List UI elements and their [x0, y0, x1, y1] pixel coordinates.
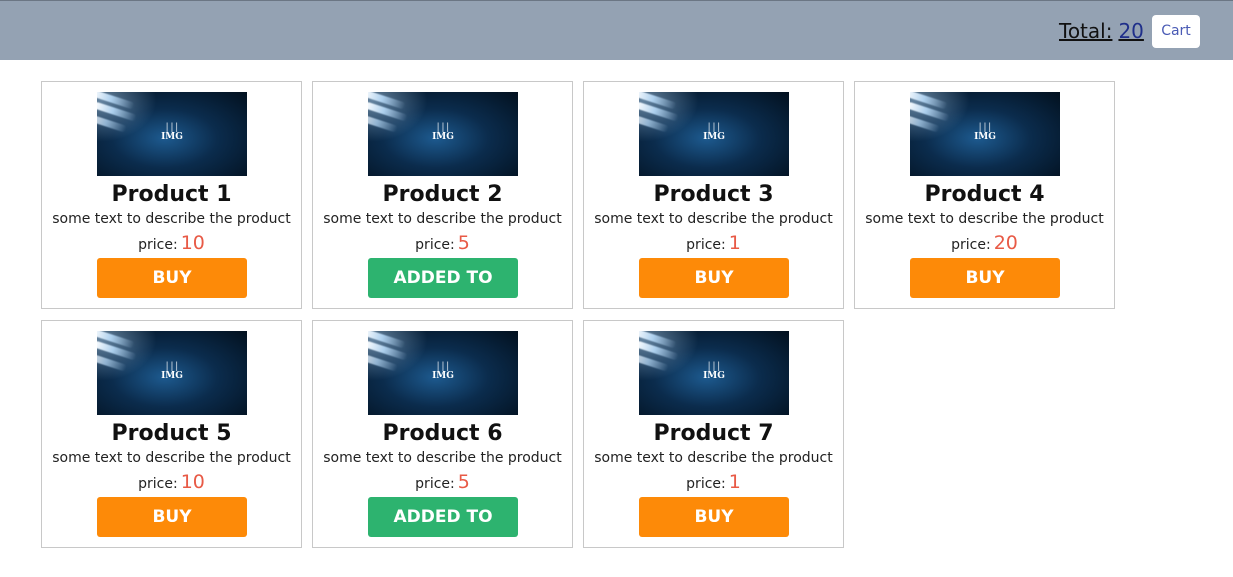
price-label: price:	[138, 237, 178, 253]
product-description: some text to describe the product	[594, 211, 833, 227]
price-value: 1	[728, 471, 741, 493]
price-value: 10	[180, 232, 205, 254]
logo-text: IMG	[432, 371, 454, 381]
logo-text: IMG	[161, 371, 183, 381]
product-card: │││ IMG Product 1 some text to describe …	[41, 81, 302, 309]
logo-mark-icon: │││	[164, 362, 180, 371]
logo-mark-icon: │││	[706, 123, 722, 132]
buy-button[interactable]: BUY	[639, 258, 789, 298]
product-price: price: 5	[313, 232, 572, 256]
product-price: price: 20	[855, 232, 1114, 256]
total-value: 20	[1118, 19, 1144, 43]
price-value: 5	[457, 471, 470, 493]
product-title: Product 4	[924, 182, 1045, 207]
product-card: │││ IMG Product 4 some text to describe …	[854, 81, 1115, 309]
logo-text: IMG	[703, 132, 725, 142]
buy-button[interactable]: BUY	[97, 258, 247, 298]
product-price: price: 5	[313, 471, 572, 495]
product-description: some text to describe the product	[323, 211, 562, 227]
img-logo: │││ IMG	[159, 362, 185, 382]
buy-button[interactable]: BUY	[639, 497, 789, 537]
product-description: some text to describe the product	[52, 211, 291, 227]
price-label: price:	[686, 476, 726, 492]
total-label: Total:	[1059, 19, 1113, 43]
added-to-cart-button[interactable]: ADDED TO CART	[368, 258, 518, 328]
added-to-cart-button[interactable]: ADDED TO CART	[368, 497, 518, 567]
product-title: Product 3	[653, 182, 774, 207]
product-description: some text to describe the product	[52, 450, 291, 466]
product-image: │││ IMG	[639, 92, 789, 176]
product-image: │││ IMG	[639, 331, 789, 415]
logo-mark-icon: │││	[435, 123, 451, 132]
price-label: price:	[415, 237, 455, 253]
product-image: │││ IMG	[97, 331, 247, 415]
product-price: price: 10	[42, 232, 301, 256]
img-logo: │││ IMG	[701, 362, 727, 382]
product-image: │││ IMG	[97, 92, 247, 176]
logo-text: IMG	[974, 132, 996, 142]
product-card: │││ IMG Product 5 some text to describe …	[41, 320, 302, 548]
logo-mark-icon: │││	[977, 123, 993, 132]
product-title: Product 6	[382, 421, 503, 446]
img-logo: │││ IMG	[701, 123, 727, 143]
price-value: 1	[728, 232, 741, 254]
product-description: some text to describe the product	[865, 211, 1104, 227]
price-label: price:	[951, 237, 991, 253]
price-value: 5	[457, 232, 470, 254]
cart-button[interactable]: Cart	[1152, 15, 1200, 48]
price-label: price:	[686, 237, 726, 253]
product-title: Product 5	[111, 421, 232, 446]
buy-button[interactable]: BUY	[910, 258, 1060, 298]
product-image: │││ IMG	[368, 92, 518, 176]
img-logo: │││ IMG	[430, 123, 456, 143]
price-label: price:	[138, 476, 178, 492]
product-card: │││ IMG Product 3 some text to describe …	[583, 81, 844, 309]
top-bar: Total: 20 Cart	[0, 0, 1233, 60]
product-price: price: 10	[42, 471, 301, 495]
price-value: 20	[993, 232, 1018, 254]
product-image: │││ IMG	[368, 331, 518, 415]
product-card: │││ IMG Product 6 some text to describe …	[312, 320, 573, 567]
img-logo: │││ IMG	[159, 123, 185, 143]
price-value: 10	[180, 471, 205, 493]
product-card: │││ IMG Product 7 some text to describe …	[583, 320, 844, 548]
logo-text: IMG	[703, 371, 725, 381]
cart-total: Total: 20	[1059, 19, 1144, 43]
logo-text: IMG	[432, 132, 454, 142]
product-price: price: 1	[584, 232, 843, 256]
product-description: some text to describe the product	[323, 450, 562, 466]
img-logo: │││ IMG	[972, 123, 998, 143]
product-card: │││ IMG Product 2 some text to describe …	[312, 81, 573, 328]
product-title: Product 1	[111, 182, 232, 207]
product-grid: │││ IMG Product 1 some text to describe …	[41, 81, 1115, 567]
product-image: │││ IMG	[910, 92, 1060, 176]
logo-mark-icon: │││	[435, 362, 451, 371]
product-price: price: 1	[584, 471, 843, 495]
product-title: Product 7	[653, 421, 774, 446]
price-label: price:	[415, 476, 455, 492]
logo-mark-icon: │││	[164, 123, 180, 132]
product-title: Product 2	[382, 182, 503, 207]
buy-button[interactable]: BUY	[97, 497, 247, 537]
product-description: some text to describe the product	[594, 450, 833, 466]
logo-mark-icon: │││	[706, 362, 722, 371]
logo-text: IMG	[161, 132, 183, 142]
img-logo: │││ IMG	[430, 362, 456, 382]
